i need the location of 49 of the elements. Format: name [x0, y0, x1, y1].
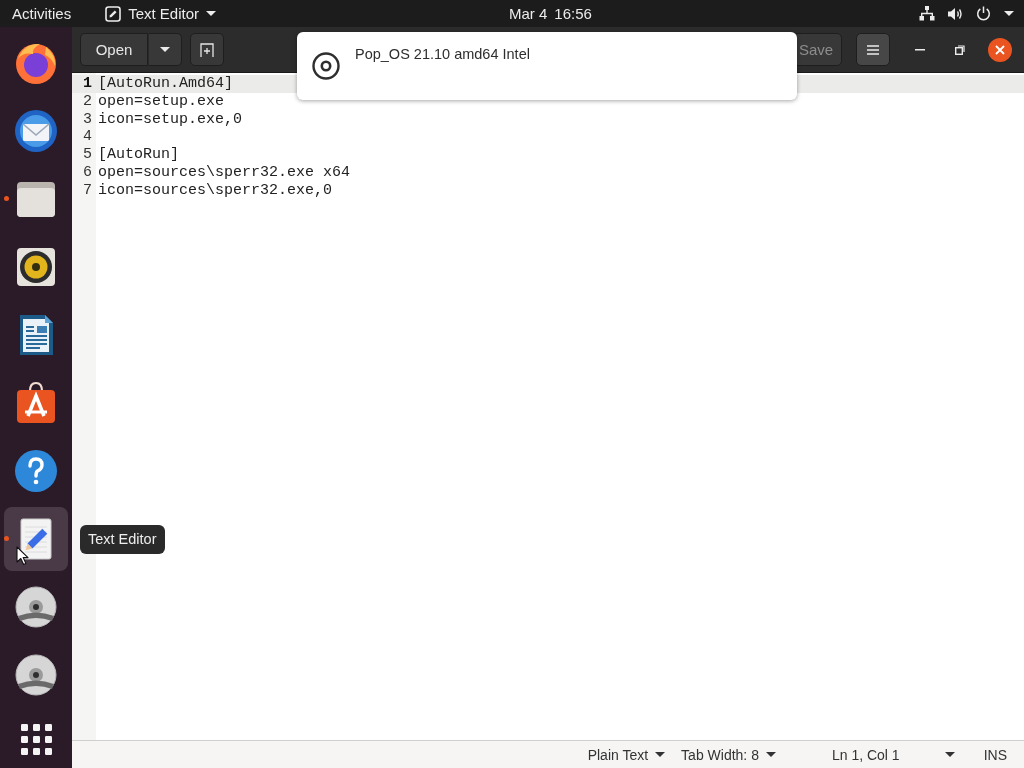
caret-icon	[655, 752, 666, 757]
line-number: 2	[82, 92, 93, 111]
code-line: open=sources\sperr32.exe x64	[97, 164, 351, 182]
disc-icon	[12, 651, 60, 699]
new-tab-icon	[200, 42, 214, 57]
code-line: [AutoRun]	[97, 146, 179, 164]
code-line: icon=setup.exe,0	[97, 110, 243, 129]
code-line: [AutoRun.Amd64]	[97, 75, 234, 93]
new-tab-button[interactable]	[190, 33, 224, 66]
notification-title: Pop_OS 21.10 amd64 Intel	[355, 46, 530, 63]
power-icon	[976, 6, 991, 21]
menu-button[interactable]	[856, 33, 890, 66]
dock-launcher[interactable]	[4, 507, 68, 571]
clock-button[interactable]: Mar 4 16:56	[509, 1, 592, 26]
open-button[interactable]: Open	[80, 33, 148, 66]
volume-icon	[948, 6, 963, 21]
disc-icon	[312, 52, 340, 80]
help-icon	[12, 447, 60, 495]
tooltip: Text Editor	[80, 524, 165, 554]
insert-mode-label: INS	[982, 746, 1008, 763]
maximize-icon	[955, 44, 965, 55]
disc-icon	[12, 583, 60, 631]
caret-icon	[160, 47, 170, 52]
pencil-square-icon	[105, 5, 122, 22]
menu-icon	[867, 44, 879, 55]
caret-icon	[206, 11, 217, 16]
line-number: 4	[82, 128, 93, 147]
caret-icon	[1004, 11, 1014, 16]
open-menu-button[interactable]	[148, 33, 182, 66]
app-grid-icon	[20, 723, 52, 755]
close-icon	[988, 37, 1012, 62]
mouse-pointer-icon	[16, 546, 29, 566]
line-number: 3	[82, 110, 93, 129]
line-number: 5	[82, 146, 93, 164]
line-number: 6	[82, 164, 93, 182]
line-number: 7	[82, 181, 93, 200]
tab-width-dropdown[interactable]: Tab Width: 8	[673, 741, 784, 768]
activities-button[interactable]: Activities	[12, 1, 72, 26]
line-number: 1	[82, 75, 93, 93]
language-dropdown[interactable]: Plain Text	[579, 741, 674, 768]
app-menu[interactable]: Text Editor	[105, 1, 217, 26]
caret-icon	[765, 752, 776, 757]
cursor-position-dropdown[interactable]: Ln 1, Col 1	[823, 741, 963, 768]
minimize-icon	[915, 48, 925, 51]
code-line: icon=sources\sperr32.exe,0	[97, 181, 333, 200]
network-icon	[919, 6, 935, 21]
code-line: open=setup.exe	[97, 92, 225, 111]
envelope-icon	[12, 107, 60, 155]
caret-icon	[944, 752, 955, 757]
